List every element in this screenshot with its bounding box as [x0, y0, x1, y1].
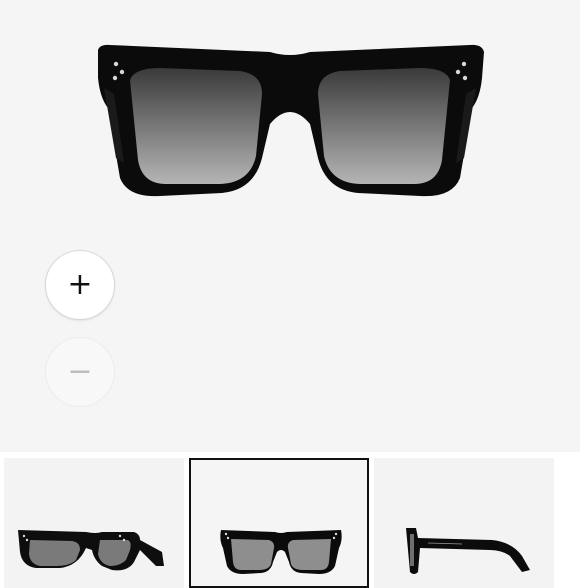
thumbnail-angle-view[interactable] [4, 458, 184, 588]
minus-icon: − [67, 354, 93, 389]
sunglasses-main-image [98, 44, 484, 197]
thumbnail-strip [0, 452, 580, 588]
sunglasses-side-icon [406, 528, 530, 574]
product-image-viewer: + − [0, 0, 580, 452]
zoom-in-button[interactable]: + [45, 250, 115, 320]
thumbnail-front-view[interactable] [189, 458, 369, 588]
zoom-out-button[interactable]: − [45, 337, 115, 407]
thumbnail-side-view[interactable] [374, 458, 554, 588]
sunglasses-front-icon [220, 530, 342, 574]
sunglasses-angle-icon [18, 530, 164, 571]
plus-icon: + [67, 267, 93, 302]
